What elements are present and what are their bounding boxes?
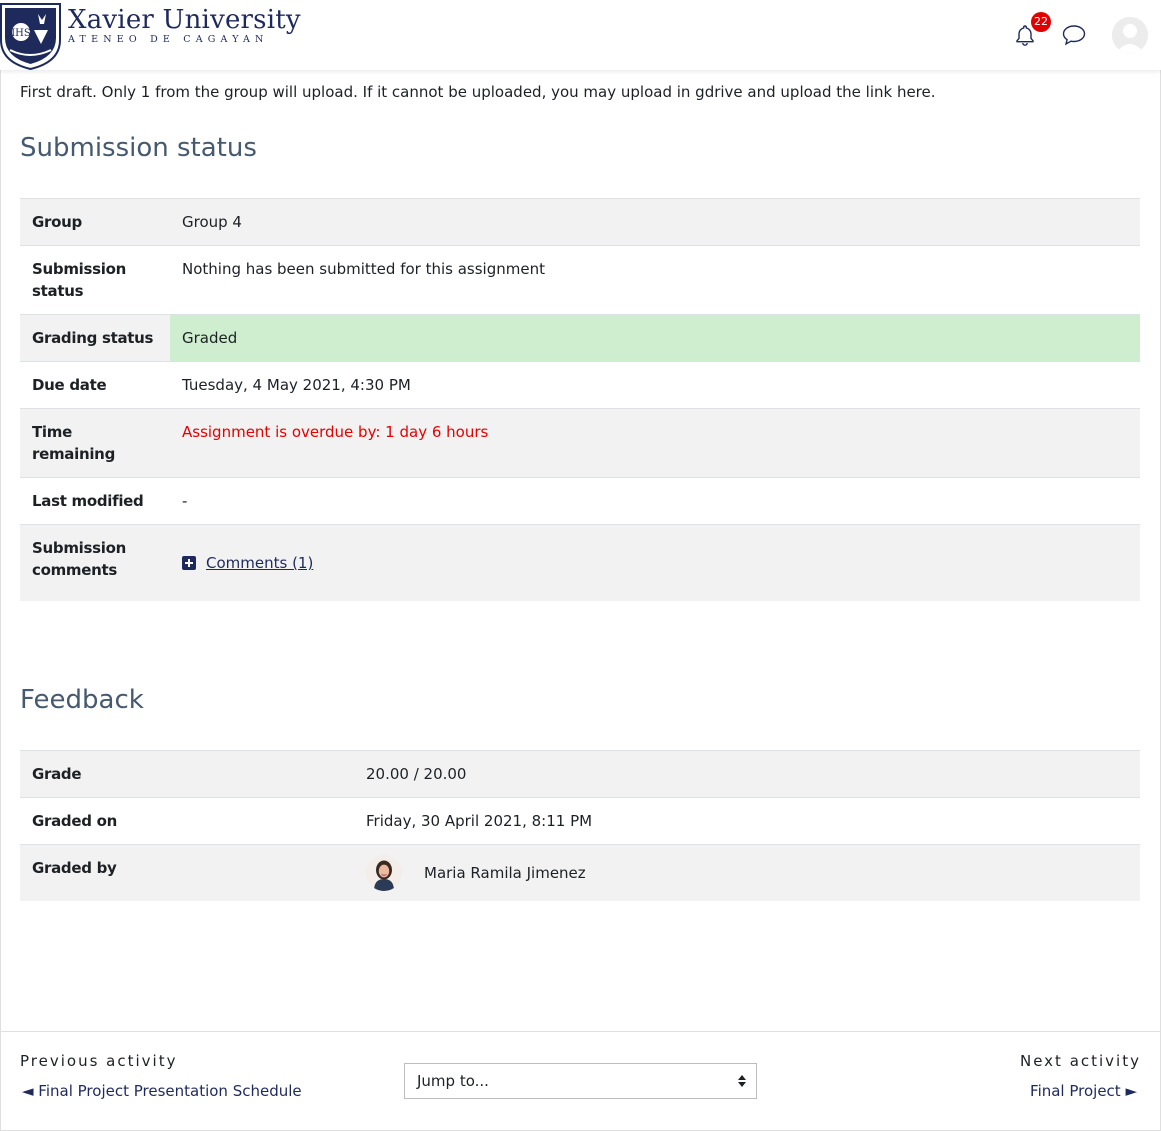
select-arrows-icon — [738, 1075, 746, 1087]
grader-cell: Maria Ramila Jimenez — [354, 844, 1140, 901]
comments-link[interactable]: Comments (1) — [206, 552, 313, 574]
feedback-heading: Feedback — [20, 685, 144, 715]
expand-plus-icon[interactable] — [182, 556, 196, 570]
submission-status-table: Group Group 4 Submission status Nothing … — [20, 198, 1140, 601]
row-label: Graded on — [20, 797, 354, 845]
row-label: Submission comments — [20, 524, 170, 601]
university-seal-icon: IHS — [0, 3, 61, 70]
row-value: Nothing has been submitted for this assi… — [170, 245, 1140, 315]
row-label: Due date — [20, 361, 170, 409]
grading-status-value: Graded — [170, 314, 1140, 362]
comments-toggle[interactable]: Comments (1) — [182, 552, 1128, 574]
table-row: Graded by Maria Ramila Jimenez — [20, 844, 1140, 901]
row-label: Submission status — [20, 245, 170, 315]
row-label: Group — [20, 198, 170, 246]
user-avatar[interactable] — [1112, 17, 1148, 53]
assignment-intro: First draft. Only 1 from the group will … — [20, 83, 936, 101]
row-label: Graded by — [20, 844, 354, 901]
grader-name[interactable]: Maria Ramila Jimenez — [424, 862, 586, 884]
logo-subtitle: ATENEO DE CAGAYAN — [68, 34, 269, 45]
top-navbar: IHS Xavier University ATENEO DE CAGAYAN … — [0, 0, 1161, 70]
activity-navigation: Previous activity ◄ Final Project Presen… — [1, 1031, 1160, 1130]
svg-text:IHS: IHS — [11, 28, 31, 39]
submission-status-heading: Submission status — [20, 133, 257, 163]
row-value: - — [170, 477, 1140, 525]
grader-photo-icon — [366, 855, 402, 891]
row-value: Group 4 — [170, 198, 1140, 246]
next-activity-link[interactable]: Final Project ► — [1030, 1082, 1137, 1100]
chat-icon[interactable] — [1062, 24, 1086, 46]
table-row: Last modified - — [20, 477, 1140, 525]
table-row: Group Group 4 — [20, 198, 1140, 246]
site-logo[interactable]: IHS Xavier University ATENEO DE CAGAYAN — [0, 0, 301, 70]
feedback-table: Grade 20.00 / 20.00 Graded on Friday, 30… — [20, 750, 1140, 901]
previous-activity-heading: Previous activity — [20, 1052, 178, 1070]
table-row: Grade 20.00 / 20.00 — [20, 750, 1140, 798]
table-row: Time remaining Assignment is overdue by:… — [20, 408, 1140, 478]
logo-name: Xavier University — [68, 5, 301, 35]
time-remaining-value: Assignment is overdue by: 1 day 6 hours — [170, 408, 1140, 478]
user-silhouette-icon — [1112, 17, 1148, 53]
jump-to-selected: Jump to... — [417, 1072, 489, 1090]
row-label: Grade — [20, 750, 354, 798]
jump-to-select[interactable]: Jump to... — [404, 1063, 757, 1099]
row-value: Friday, 30 April 2021, 8:11 PM — [354, 797, 1140, 845]
table-row: Graded on Friday, 30 April 2021, 8:11 PM — [20, 797, 1140, 845]
row-value: Tuesday, 4 May 2021, 4:30 PM — [170, 361, 1140, 409]
row-label: Time remaining — [20, 408, 170, 478]
table-row: Submission comments Comments (1) — [20, 524, 1140, 601]
grader-avatar[interactable] — [366, 855, 402, 891]
next-activity-heading: Next activity — [1019, 1052, 1141, 1070]
table-row: Grading status Graded — [20, 314, 1140, 362]
row-label: Grading status — [20, 314, 170, 362]
notification-count-badge[interactable]: 22 — [1031, 12, 1051, 32]
comments-cell: Comments (1) — [170, 524, 1140, 601]
table-row: Due date Tuesday, 4 May 2021, 4:30 PM — [20, 361, 1140, 409]
previous-activity-link[interactable]: ◄ Final Project Presentation Schedule — [22, 1082, 302, 1100]
table-row: Submission status Nothing has been submi… — [20, 245, 1140, 315]
row-label: Last modified — [20, 477, 170, 525]
grader-info[interactable]: Maria Ramila Jimenez — [366, 855, 1128, 891]
row-value: 20.00 / 20.00 — [354, 750, 1140, 798]
